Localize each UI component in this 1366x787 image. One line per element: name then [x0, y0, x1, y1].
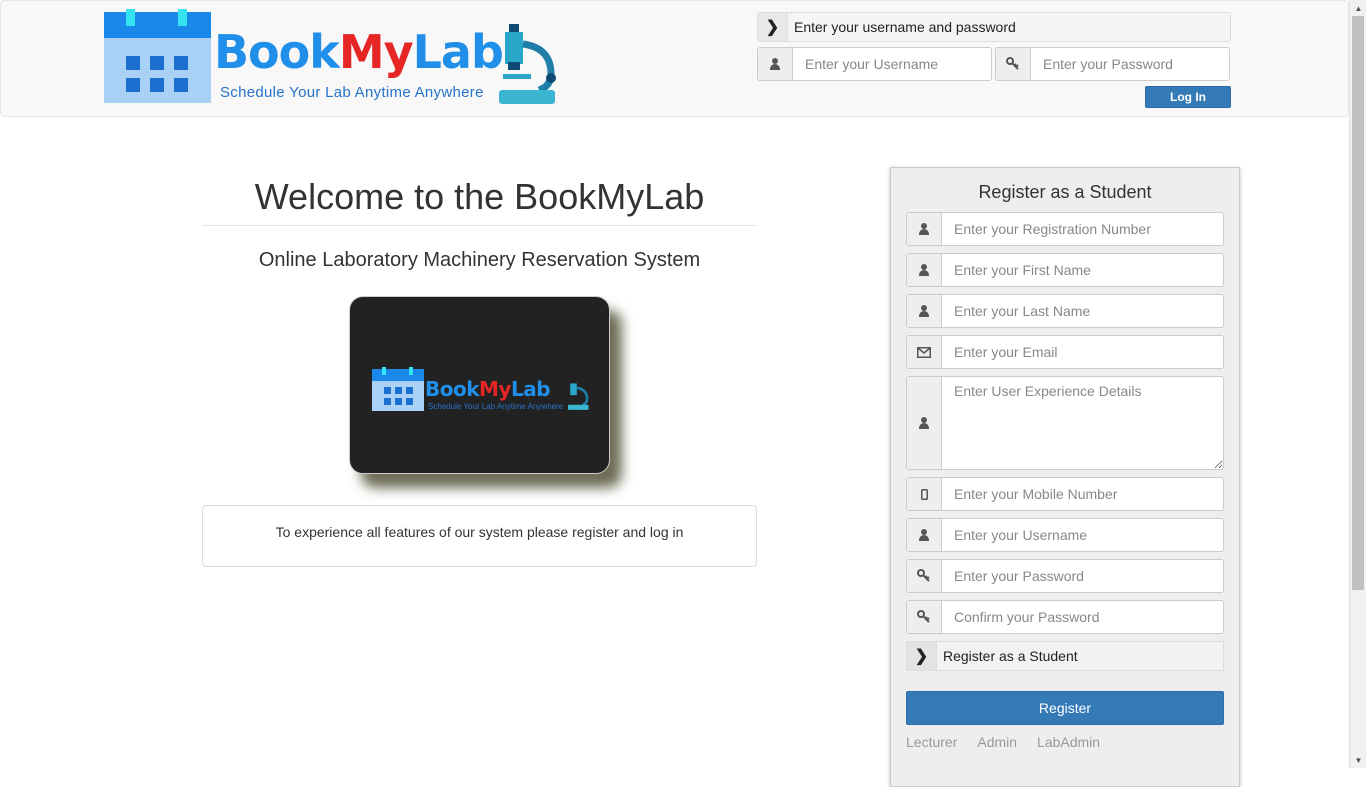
first-name-input[interactable] — [942, 254, 1223, 286]
register-panel: Register as a Student Enter your Registr… — [890, 167, 1240, 787]
key-icon — [907, 560, 942, 592]
scroll-down-arrow-icon[interactable]: ▼ — [1350, 752, 1366, 768]
login-password-input[interactable] — [1031, 48, 1229, 80]
chevron-right-icon: ❯ — [758, 13, 788, 41]
microscope-icon — [568, 383, 589, 410]
brand-wordmark: BookMyLab — [214, 25, 504, 79]
user-icon — [907, 295, 942, 327]
login-caption: ❯ Enter your username and password — [757, 12, 1231, 42]
experience-group — [906, 376, 1224, 470]
first-name-group — [906, 253, 1224, 287]
mobile-group — [906, 477, 1224, 511]
brand-image-word-my: My — [479, 377, 511, 401]
user-icon — [907, 213, 942, 245]
user-icon — [907, 377, 942, 469]
brand-word-my: My — [338, 25, 414, 79]
key-icon — [907, 601, 942, 633]
confirm-password-input[interactable] — [942, 601, 1223, 633]
microscope-icon — [499, 24, 556, 104]
brand-word-lab: Lab — [412, 25, 504, 79]
register-title: Register as a Student — [978, 182, 1152, 202]
last-name-group — [906, 294, 1224, 328]
navbar: BookMyLab Schedule Your Lab Anytime Anyw… — [0, 0, 1349, 117]
last-name-input[interactable] — [942, 295, 1223, 327]
brand-word-book: Book — [214, 25, 340, 79]
vertical-scrollbar[interactable]: ▲ ▼ — [1349, 0, 1366, 768]
user-icon — [907, 519, 942, 551]
envelope-icon — [907, 336, 942, 368]
reg-number-group — [906, 212, 1224, 246]
login-username-input[interactable] — [793, 48, 991, 80]
calendar-icon — [104, 9, 211, 103]
page-subtitle: Online Laboratory Machinery Reservation … — [258, 249, 701, 271]
register-button[interactable]: Register — [906, 691, 1224, 725]
reg-username-group — [906, 518, 1224, 552]
page-title: Welcome to the BookMyLab — [254, 176, 705, 217]
register-caption: ❯ Register as a Student — [906, 641, 1224, 671]
brand-tagline: Schedule Your Lab Anytime Anywhere — [220, 84, 484, 101]
mobile-input[interactable] — [942, 478, 1223, 510]
lecturer-link[interactable]: Lecturer — [906, 734, 957, 750]
brand-image-word-lab: Lab — [510, 377, 551, 401]
scrollbar-thumb[interactable] — [1352, 16, 1364, 590]
email-group — [906, 335, 1224, 369]
register-caption-text: Register as a Student — [943, 648, 1078, 664]
login-caption-text: Enter your username and password — [794, 19, 1016, 35]
key-icon — [996, 48, 1031, 80]
user-icon — [758, 48, 793, 80]
chevron-right-icon: ❯ — [907, 642, 937, 670]
login-button[interactable]: Log In — [1145, 86, 1231, 108]
brand-image-wordmark: BookMyLab — [425, 377, 551, 401]
brand-image-card: BookMyLab Schedule Your Lab Anytime Anyw… — [349, 296, 610, 474]
register-password-input[interactable] — [942, 560, 1223, 592]
role-links: Lecturer Admin LabAdmin — [906, 734, 1100, 750]
brand-image-word-book: Book — [425, 377, 480, 401]
confirm-password-group — [906, 600, 1224, 634]
brand-logo[interactable]: BookMyLab Schedule Your Lab Anytime Anyw… — [104, 9, 559, 105]
email-input[interactable] — [942, 336, 1223, 368]
login-username-group — [757, 47, 992, 81]
experience-textarea[interactable] — [942, 377, 1223, 469]
scroll-up-arrow-icon[interactable]: ▲ — [1350, 0, 1366, 16]
divider — [202, 225, 757, 226]
reg-password-group — [906, 559, 1224, 593]
login-password-group — [995, 47, 1230, 81]
admin-link[interactable]: Admin — [977, 734, 1017, 750]
mobile-icon — [907, 478, 942, 510]
user-icon — [907, 254, 942, 286]
labadmin-link[interactable]: LabAdmin — [1037, 734, 1100, 750]
registration-number-input[interactable] — [942, 213, 1223, 245]
brand-image-logo: BookMyLab Schedule Your Lab Anytime Anyw… — [372, 367, 592, 411]
info-box: To experience all features of our system… — [202, 505, 757, 567]
register-username-input[interactable] — [942, 519, 1223, 551]
brand-image-tagline: Schedule Your Lab Anytime Anywhere — [428, 402, 564, 411]
